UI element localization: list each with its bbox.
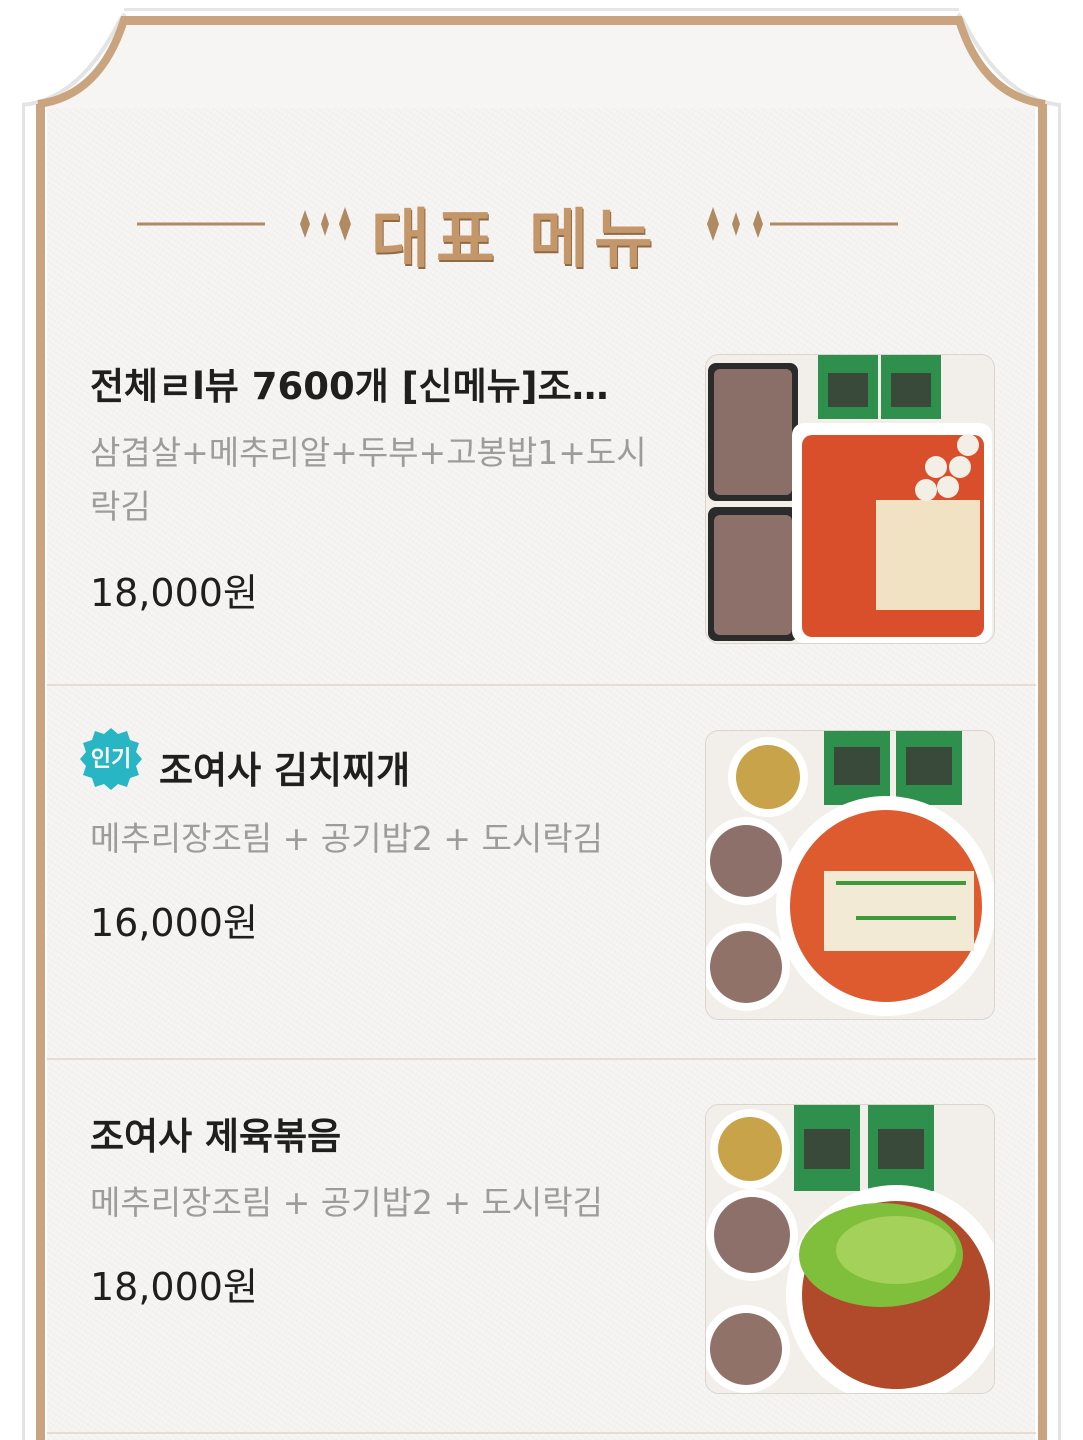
menu-item-name: 조여사 김치찌개 xyxy=(159,749,411,792)
menu-item-photo xyxy=(705,730,995,1020)
menu-item-name: 조여사 제육볶음 xyxy=(90,1115,342,1158)
menu-item-price: 18,000원 xyxy=(90,1265,258,1309)
menu-item-name: 전체ㄹl뷰 7600개 [신메뉴]조… xyxy=(90,365,609,408)
menu-item-description: 메추리장조림 + 공기밥2 + 도시락김 xyxy=(90,1183,603,1222)
section-header: 대표 메뉴 xyxy=(115,180,915,277)
menu-item[interactable]: 전체ㄹl뷰 7600개 [신메뉴]조… 삼겹살+메추리알+두부+고봉밥1+도시락… xyxy=(47,312,1036,686)
menu-item[interactable]: 조여사 제육볶음 메추리장조림 + 공기밥2 + 도시락김 18,000원 xyxy=(47,1060,1036,1434)
menu-divider xyxy=(47,1432,1036,1434)
menu-item-description: 메추리장조림 + 공기밥2 + 도시락김 xyxy=(90,819,603,858)
frame-line-right xyxy=(1058,104,1061,1440)
frame-border-left xyxy=(36,104,45,1440)
food-photo-icon xyxy=(706,355,994,643)
food-photo-icon xyxy=(706,1105,994,1393)
frame-border-right xyxy=(1038,104,1047,1440)
menu-item-photo xyxy=(705,1104,995,1394)
ornament-right-icon xyxy=(707,207,898,241)
frame-line-left xyxy=(22,104,25,1440)
food-photo-icon xyxy=(706,731,994,1019)
menu-item-description: 삼겹살+메추리알+두부+고봉밥1+도시락김 xyxy=(90,433,647,526)
menu-item-price: 18,000원 xyxy=(90,571,258,615)
menu-item-photo xyxy=(705,354,995,644)
menu-item[interactable]: 인기 조여사 김치찌개 메추리장조림 + 공기밥2 + 도시락김 16,000원 xyxy=(47,686,1036,1060)
popular-badge-label: 인기 xyxy=(90,747,132,772)
panel-frame-top xyxy=(21,8,1062,108)
menu-item-price: 16,000원 xyxy=(90,901,258,945)
